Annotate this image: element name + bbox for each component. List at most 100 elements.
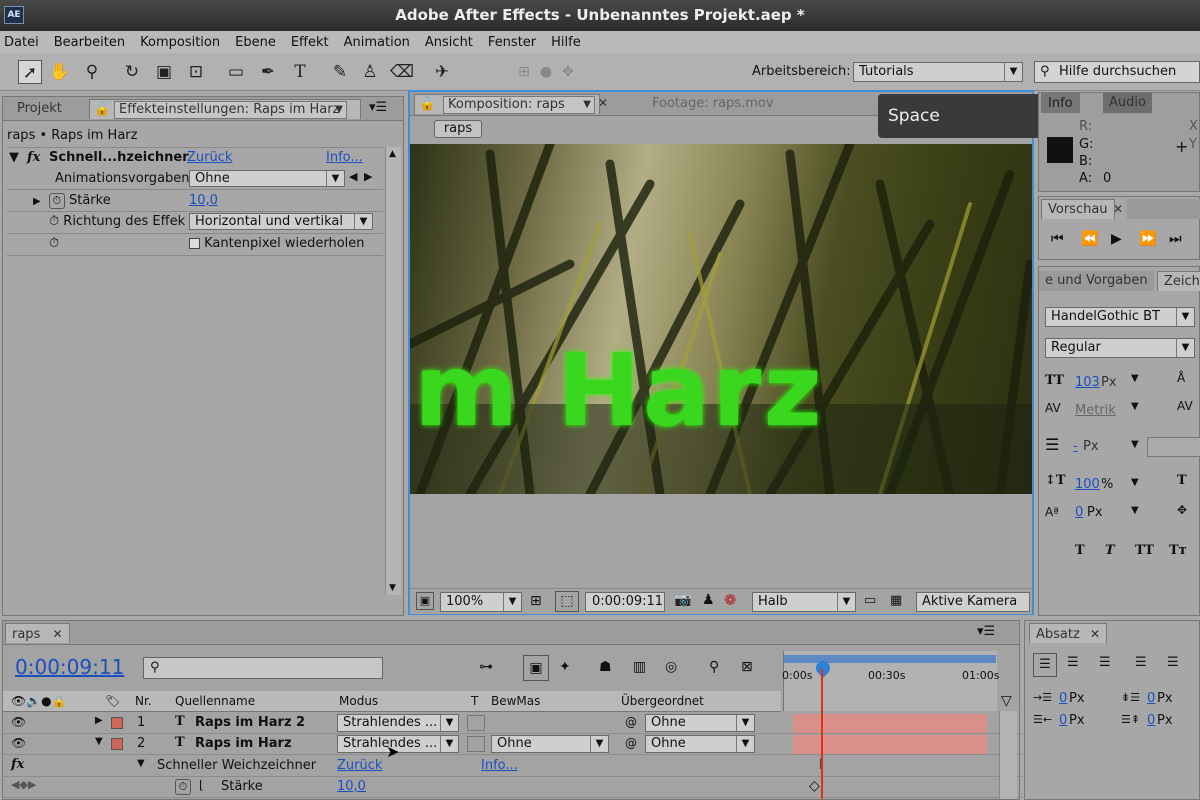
faux-italic-button[interactable]: T	[1105, 543, 1115, 558]
small-caps-button[interactable]: Tт	[1169, 543, 1187, 558]
layer-row-2[interactable]: 👁 ▼ 2 T Raps im Harz Strahlendes ... ▼ O…	[3, 734, 1023, 755]
comp-select[interactable]: Komposition: raps ▼	[443, 96, 595, 114]
text-tool-icon[interactable]: T	[288, 60, 312, 84]
graph-icon[interactable]: ⌊	[199, 778, 204, 792]
first-frame-icon[interactable]: ⏮	[1051, 231, 1064, 247]
tab-effekteinstellungen[interactable]: 🔓 Effekteinstellungen: Raps im Harz ▼	[89, 99, 361, 119]
scroll-up-icon[interactable]: ▲	[389, 149, 396, 159]
clone-stamp-tool-icon[interactable]: ♙	[358, 60, 382, 84]
font-family-dropdown[interactable]: HandelGothic BT ▼	[1045, 307, 1195, 327]
workspace-dropdown[interactable]: Tutorials ▼	[853, 62, 1023, 82]
all-caps-button[interactable]: TT	[1135, 543, 1154, 558]
chevron-down-icon[interactable]: ▼	[1131, 439, 1139, 450]
stopwatch-icon[interactable]: ⏱	[49, 233, 59, 254]
show-snapshot-icon[interactable]: ♟	[702, 592, 715, 608]
indent-right-value[interactable]: 0	[1059, 713, 1067, 728]
camera-dropdown[interactable]: Aktive Kamera	[916, 592, 1030, 612]
pan-behind-tool-icon[interactable]: ⊡	[184, 60, 208, 84]
preset-next-icon[interactable]: ▶	[364, 170, 372, 183]
close-icon[interactable]: ✕	[1090, 627, 1100, 641]
rotate-tool-icon[interactable]: ↻	[120, 60, 144, 84]
comp-always-preview-icon[interactable]: ▣	[416, 592, 434, 610]
layer-mode-dropdown[interactable]: Strahlendes ... ▼	[337, 714, 459, 732]
chevron-down-icon[interactable]: ▼	[1131, 373, 1139, 384]
scroll-down-icon[interactable]: ▼	[389, 583, 396, 593]
indent-left-value[interactable]: 0	[1059, 691, 1067, 706]
layer-name[interactable]: Raps im Harz	[195, 736, 292, 751]
chevron-down-icon[interactable]: ▼	[1131, 477, 1139, 488]
target-region-icon[interactable]: ▭	[864, 593, 876, 608]
effect-scrollbar[interactable]: ▲ ▼	[385, 147, 401, 595]
visibility-eye-icon[interactable]: 👁	[11, 736, 26, 750]
time-ruler[interactable]: 0:00s 00:30s 01:00s	[782, 651, 999, 711]
align-left-icon[interactable]: ☰	[1033, 653, 1057, 677]
panel-menu-icon[interactable]: ▾☰	[369, 100, 387, 115]
chevron-down-icon[interactable]: ▼	[1131, 505, 1139, 516]
tab-zeichen[interactable]: Zeiche	[1157, 271, 1200, 291]
tab-footage[interactable]: Footage: raps.mov	[646, 94, 780, 114]
graph-editor-icon[interactable]: ⊠	[741, 659, 753, 675]
motion-blur-icon[interactable]: ◎	[665, 659, 677, 675]
fx-icon[interactable]: fx	[27, 147, 40, 168]
next-frame-icon[interactable]: ⏩	[1139, 231, 1156, 247]
layer-row-1[interactable]: 👁 ▶ 1 T Raps im Harz 2 Strahlendes ... ▼…	[3, 713, 1023, 734]
tab-raps-timeline[interactable]: raps ✕	[5, 623, 70, 643]
effect-info-link[interactable]: Info...	[326, 147, 363, 168]
hand-tool-icon[interactable]: ✋	[48, 60, 72, 84]
live-update-icon[interactable]: ▣	[523, 655, 549, 681]
expand-triangle-icon[interactable]: ▶	[33, 196, 41, 207]
layer-search-input[interactable]: ⚲	[143, 657, 383, 679]
stopwatch-icon[interactable]: ⏱	[49, 214, 59, 229]
align-right-icon[interactable]: ☰	[1099, 655, 1111, 670]
brainstorm-icon[interactable]: ⚲	[709, 659, 719, 675]
menu-datei[interactable]: Datei	[4, 35, 39, 50]
keyframe-nav-icon[interactable]: ◀◆▶	[11, 778, 36, 791]
fx-icon[interactable]: fx	[11, 757, 24, 772]
visibility-eye-icon[interactable]: 👁	[11, 715, 26, 729]
close-icon[interactable]: ✕	[598, 96, 608, 110]
space-before-value[interactable]: 0	[1147, 691, 1155, 706]
comp-text-layer[interactable]: m Harz	[414, 336, 824, 446]
puppet-pin-tool-icon[interactable]: ✈	[430, 60, 454, 84]
track-matte-dropdown[interactable]: Ohne ▼	[491, 735, 609, 753]
layer-label-color[interactable]	[111, 738, 123, 750]
property-value[interactable]: 10,0	[337, 779, 366, 794]
comp-mini-flow-icon[interactable]: ⊶	[479, 659, 493, 675]
rectangle-tool-icon[interactable]: ▭	[224, 60, 248, 84]
stroke-value[interactable]: -	[1073, 439, 1078, 454]
font-style-dropdown[interactable]: Regular ▼	[1045, 338, 1195, 358]
tab-audio[interactable]: Audio	[1103, 93, 1152, 113]
transparency-grid-icon[interactable]: ▦	[890, 593, 902, 608]
keyframe-diamond-icon[interactable]: ◇	[809, 778, 820, 794]
justify-left-icon[interactable]: ☰	[1135, 655, 1147, 670]
strength-value[interactable]: 10,0	[189, 193, 218, 208]
pickwhip-icon[interactable]: @	[625, 715, 637, 729]
effect-info-link[interactable]: Info...	[481, 758, 518, 773]
color-channels-icon[interactable]: ❁	[724, 591, 737, 609]
help-search-input[interactable]: ⚲ Hilfe durchsuchen	[1034, 61, 1200, 83]
expand-triangle-icon[interactable]: ▼	[95, 736, 103, 747]
menu-fenster[interactable]: Fenster	[488, 35, 536, 50]
eraser-tool-icon[interactable]: ⌫	[390, 60, 414, 84]
close-icon[interactable]: ✕	[52, 627, 62, 641]
timeline-timecode[interactable]: 0:00:09:11	[15, 655, 124, 679]
expand-triangle-icon[interactable]: ▶	[95, 715, 103, 726]
stopwatch-icon[interactable]: ⏱	[48, 193, 65, 209]
justify-center-icon[interactable]: ☰	[1167, 655, 1179, 670]
property-row-strength[interactable]: ◀◆▶ ⏱ ⌊ Stärke 10,0 ◇	[3, 777, 1023, 798]
pen-tool-icon[interactable]: ✒	[256, 60, 280, 84]
last-frame-icon[interactable]: ⏭	[1169, 231, 1182, 247]
draft-3d-icon[interactable]: ✦	[559, 659, 571, 675]
stroke-mode-dropdown[interactable]	[1147, 437, 1200, 457]
comp-timecode[interactable]: 0:00:09:11	[585, 592, 665, 612]
parent-dropdown[interactable]: Ohne ▼	[645, 714, 755, 732]
safe-margins-icon[interactable]: ⊞	[530, 593, 542, 609]
tab-komposition[interactable]: 🔓 Komposition: raps ▼	[414, 94, 600, 114]
region-of-interest-icon[interactable]: ⬚	[555, 591, 579, 612]
stopwatch-icon[interactable]: ⏱	[175, 779, 191, 795]
effect-row[interactable]: fx ▼ Schneller Weichzeichner Zurück Info…	[3, 756, 1023, 777]
close-icon[interactable]: ✕	[1113, 202, 1123, 216]
preset-prev-icon[interactable]: ◀	[349, 170, 357, 183]
tab-effects-presets[interactable]: e und Vorgaben	[1039, 271, 1154, 291]
repeat-edge-checkbox[interactable]	[189, 238, 200, 249]
